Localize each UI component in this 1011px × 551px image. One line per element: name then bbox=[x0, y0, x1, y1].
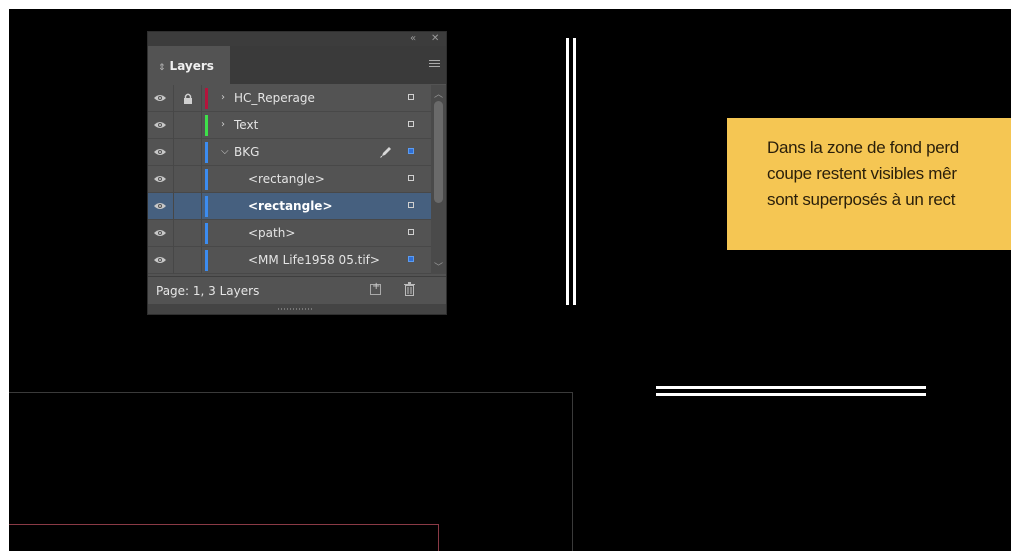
layer-row[interactable]: <rectangle> bbox=[148, 166, 431, 193]
eye-icon[interactable] bbox=[154, 175, 166, 183]
lock-toggle[interactable] bbox=[174, 139, 202, 166]
visibility-toggle[interactable] bbox=[148, 139, 174, 166]
visibility-toggle[interactable] bbox=[148, 166, 174, 193]
layer-row[interactable]: <MM Life1958 05.tif> bbox=[148, 247, 431, 274]
eye-icon[interactable] bbox=[154, 256, 166, 264]
visibility-toggle[interactable] bbox=[148, 85, 174, 112]
layer-row[interactable]: ⌵ BKG bbox=[148, 139, 431, 166]
visibility-toggle[interactable] bbox=[148, 112, 174, 139]
layers-list: › HC_Reperage › Text ⌵ BKG <rectangle> <rectang… bbox=[148, 85, 431, 274]
canvas-left-edge bbox=[0, 0, 9, 551]
layer-status-text: Page: 1, 3 Layers bbox=[156, 284, 260, 298]
lock-icon[interactable] bbox=[183, 93, 193, 104]
visibility-toggle[interactable] bbox=[148, 247, 174, 274]
lock-toggle[interactable] bbox=[174, 247, 202, 274]
layer-label: <MM Life1958 05.tif> bbox=[248, 253, 380, 267]
new-layer-button[interactable] bbox=[370, 281, 381, 295]
panel-resize-grip[interactable] bbox=[148, 304, 446, 314]
chevron-right-icon[interactable]: › bbox=[221, 119, 225, 130]
layers-scrollbar[interactable]: ︿ ﹀ bbox=[431, 85, 446, 274]
crop-mark-vertical-2 bbox=[573, 38, 576, 305]
layer-row[interactable]: › HC_Reperage bbox=[148, 85, 431, 112]
tab-layers-label: Layers bbox=[169, 59, 214, 73]
selection-square-icon[interactable] bbox=[408, 121, 414, 127]
tab-layers[interactable]: ⇕ Layers bbox=[148, 46, 230, 84]
lock-toggle[interactable] bbox=[174, 193, 202, 220]
close-icon[interactable]: ✕ bbox=[431, 32, 439, 46]
eye-icon[interactable] bbox=[154, 94, 166, 102]
crop-mark-horizontal-1 bbox=[656, 386, 926, 389]
layer-color-swatch bbox=[205, 169, 208, 190]
crop-mark-vertical-1 bbox=[566, 38, 569, 305]
callout-line-3: sont superposés à un rect bbox=[767, 190, 956, 209]
bleed-frame-right bbox=[572, 392, 573, 551]
lock-toggle[interactable] bbox=[174, 220, 202, 247]
expand-arrows-icon: ⇕ bbox=[158, 63, 166, 73]
lock-toggle[interactable] bbox=[174, 166, 202, 193]
eye-icon[interactable] bbox=[154, 148, 166, 156]
layer-color-swatch bbox=[205, 196, 208, 217]
lock-toggle[interactable] bbox=[174, 112, 202, 139]
page-frame-right bbox=[438, 524, 439, 551]
selection-square-icon[interactable] bbox=[408, 94, 414, 100]
layer-label: HC_Reperage bbox=[234, 91, 315, 105]
layer-label: BKG bbox=[234, 145, 260, 159]
callout-text: Dans la zone de fond perd coupe restent … bbox=[767, 135, 959, 213]
scroll-thumb[interactable] bbox=[434, 101, 443, 203]
delete-layer-button[interactable] bbox=[404, 282, 415, 296]
layer-color-swatch bbox=[205, 88, 208, 109]
selection-square-icon[interactable] bbox=[408, 148, 414, 154]
layer-label: <path> bbox=[248, 226, 296, 240]
layer-label: <rectangle> bbox=[248, 172, 325, 186]
layer-color-swatch bbox=[205, 223, 208, 244]
layer-color-swatch bbox=[205, 250, 208, 271]
panel-title-bar[interactable]: « ✕ bbox=[148, 32, 446, 46]
layer-color-swatch bbox=[205, 142, 208, 163]
layer-label: Text bbox=[234, 118, 259, 132]
layer-color-swatch bbox=[205, 115, 208, 136]
visibility-toggle[interactable] bbox=[148, 193, 174, 220]
callout-line-2: coupe restent visibles mêr bbox=[767, 164, 957, 183]
panel-tab-row: ⇕ Layers bbox=[148, 46, 446, 84]
hamburger-menu-icon[interactable] bbox=[429, 60, 440, 69]
layer-row[interactable]: › Text bbox=[148, 112, 431, 139]
eye-icon[interactable] bbox=[154, 121, 166, 129]
scroll-down-icon[interactable]: ﹀ bbox=[434, 260, 443, 273]
canvas-top-edge bbox=[0, 0, 1011, 9]
selection-square-icon[interactable] bbox=[408, 256, 414, 262]
selection-square-icon[interactable] bbox=[408, 229, 414, 235]
eye-icon[interactable] bbox=[154, 229, 166, 237]
crop-mark-horizontal-2 bbox=[656, 393, 926, 396]
panel-footer: Page: 1, 3 Layers bbox=[148, 276, 446, 304]
layer-row[interactable]: <rectangle> bbox=[148, 193, 431, 220]
double-chevron-left-icon[interactable]: « bbox=[410, 32, 416, 46]
visibility-toggle[interactable] bbox=[148, 220, 174, 247]
chevron-right-icon[interactable]: › bbox=[221, 92, 225, 103]
layers-panel: « ✕ ⇕ Layers › HC_Reperage › Text ⌵ BKG <rectan… bbox=[147, 31, 447, 315]
callout-box: Dans la zone de fond perd coupe restent … bbox=[727, 118, 1011, 250]
bleed-frame-top bbox=[9, 392, 573, 393]
layer-row[interactable]: <path> bbox=[148, 220, 431, 247]
pen-icon bbox=[380, 147, 391, 158]
layer-label: <rectangle> bbox=[248, 199, 333, 213]
page-frame-top bbox=[9, 524, 439, 525]
scroll-up-icon[interactable]: ︿ bbox=[434, 87, 443, 100]
lock-toggle[interactable] bbox=[174, 85, 202, 112]
selection-square-icon[interactable] bbox=[408, 175, 414, 181]
chevron-down-icon[interactable]: ⌵ bbox=[221, 146, 229, 157]
eye-icon[interactable] bbox=[154, 202, 166, 210]
callout-line-1: Dans la zone de fond perd bbox=[767, 138, 959, 157]
selection-square-icon[interactable] bbox=[408, 202, 414, 208]
